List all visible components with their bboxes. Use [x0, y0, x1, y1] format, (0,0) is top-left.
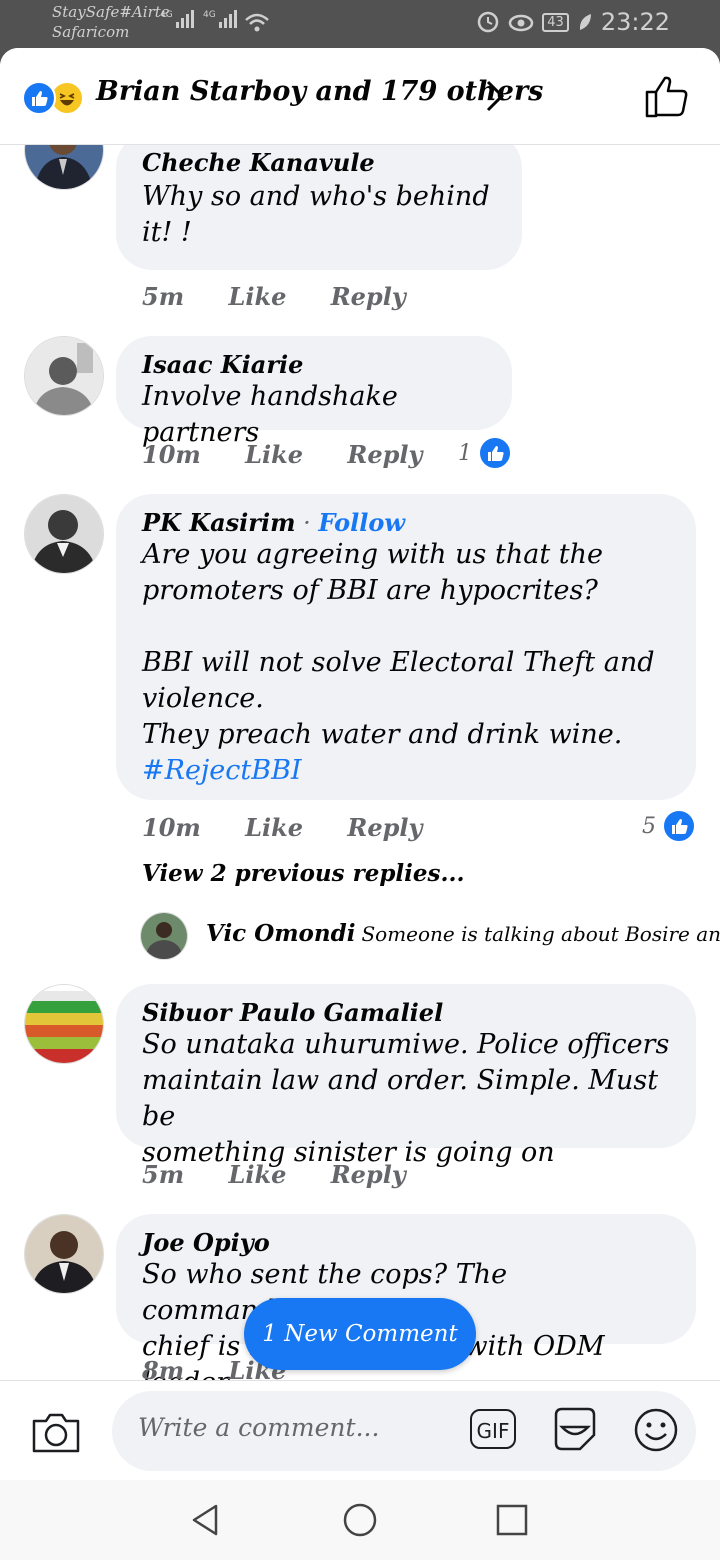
comment-bubble[interactable]: Isaac Kiarie Involve handshake partners [116, 336, 512, 448]
comment-author[interactable]: Joe Opiyo [142, 1228, 670, 1257]
comment-time: 5m [142, 282, 185, 311]
comment-bubble[interactable]: PK Kasirim · Follow Are you agreeing wit… [116, 494, 696, 800]
avatar[interactable] [140, 912, 188, 960]
comment-list: Cheche Kanavule Why so and who's behind … [0, 144, 720, 1380]
reactions-header[interactable]: Brian Starboy and 179 others [0, 48, 720, 145]
comment-actions: 10m Like Reply [142, 440, 458, 469]
comment-actions: 5m Like Reply [142, 1160, 442, 1189]
signal-icon-2: 4G [203, 10, 237, 28]
avatar[interactable] [24, 494, 104, 574]
comment-time: 10m [142, 813, 201, 842]
status-bar: StaySafe#Airte Safaricom 4G 4G 43 23:22 [0, 0, 720, 48]
comment-author[interactable]: PK Kasirim [142, 508, 295, 537]
comment-reaction-count[interactable]: 1 [458, 436, 512, 470]
reply-text: Someone is talking about Bosire an... [361, 922, 720, 946]
emoji-icon[interactable] [632, 1406, 680, 1454]
comment-reaction-count[interactable]: 5 [642, 809, 696, 843]
like-reaction-icon [478, 436, 512, 470]
comment-input[interactable]: Write a comment... GIF [112, 1391, 696, 1471]
comment-time: 10m [142, 440, 201, 469]
back-icon[interactable] [188, 1502, 224, 1538]
view-previous-replies-link[interactable]: View 2 previous replies... [142, 860, 465, 887]
recents-icon[interactable] [496, 1504, 528, 1536]
comment-actions: 10m Like Reply [142, 813, 458, 842]
carrier-names: StaySafe#Airte Safaricom [52, 2, 170, 42]
like-link[interactable]: Like [245, 440, 303, 469]
avatar[interactable] [24, 1214, 104, 1294]
reply-link[interactable]: Reply [331, 282, 406, 311]
signal-icon-1: 4G [160, 10, 194, 28]
carrier-1: StaySafe#Airte [52, 3, 170, 21]
avatar[interactable] [24, 336, 104, 416]
hashtag-link[interactable]: #RejectBBI [142, 753, 670, 789]
comment-time: 8m [142, 1356, 185, 1380]
avatar[interactable] [24, 984, 104, 1064]
comment-bubble[interactable]: Cheche Kanavule Why so and who's behind … [116, 144, 522, 270]
gif-button[interactable]: GIF [470, 1409, 516, 1449]
reply-author: Vic Omondi [206, 920, 356, 947]
comment-composer: Write a comment... GIF [0, 1380, 720, 1481]
comment-text: Are you agreeing with us that the promot… [142, 539, 655, 750]
comment-author[interactable]: Sibuor Paulo Gamaliel [142, 998, 670, 1027]
comment-bubble[interactable]: Sibuor Paulo Gamaliel So unataka uhurumi… [116, 984, 696, 1168]
leaf-icon [579, 14, 591, 30]
comment-text: Why so and who's behind it! ! [142, 181, 499, 248]
reaction-count: 1 [458, 440, 472, 466]
reaction-count: 5 [642, 813, 656, 839]
eye-comfort-icon [509, 14, 534, 32]
data-saver-icon [478, 11, 499, 33]
chevron-right-icon [486, 80, 505, 112]
like-link[interactable]: Like [245, 813, 303, 842]
comment-input-placeholder: Write a comment... [138, 1413, 380, 1442]
like-link[interactable]: Like [228, 282, 286, 311]
new-comment-button[interactable]: 1 New Comment [244, 1298, 476, 1370]
system-navigation-bar [0, 1480, 720, 1560]
home-icon[interactable] [342, 1502, 378, 1538]
comment-author-row: PK Kasirim · Follow [142, 508, 670, 537]
like-reaction-icon [22, 81, 56, 115]
like-link[interactable]: Like [228, 1160, 286, 1189]
carrier-2: Safaricom [52, 23, 130, 41]
reply-link[interactable]: Reply [347, 440, 422, 469]
camera-icon[interactable] [30, 1411, 82, 1455]
like-post-button[interactable] [644, 74, 690, 118]
separator-dot: · [295, 509, 319, 537]
comment-text: So unataka uhurumiwe. Police officers ma… [142, 1029, 670, 1168]
reply-link[interactable]: Reply [331, 1160, 406, 1189]
clock: 23:22 [600, 8, 670, 36]
like-reaction-icon [662, 809, 696, 843]
battery-indicator: 43 [542, 12, 569, 32]
comment-author[interactable]: Cheche Kanavule [142, 148, 496, 177]
wifi-icon [245, 13, 269, 32]
reply-preview[interactable]: Vic Omondi Someone is talking about Bosir… [206, 920, 720, 947]
avatar[interactable] [24, 144, 104, 190]
comment-author[interactable]: Isaac Kiarie [142, 350, 486, 379]
comments-sheet: Brian Starboy and 179 others Cheche Kana… [0, 48, 720, 1560]
comment-actions: 5m Like Reply [142, 282, 442, 311]
sticker-icon[interactable] [550, 1405, 600, 1455]
reactions-summary: Brian Starboy and 179 others [96, 76, 544, 107]
follow-link[interactable]: Follow [318, 508, 405, 537]
reply-link[interactable]: Reply [347, 813, 422, 842]
comment-time: 5m [142, 1160, 185, 1189]
